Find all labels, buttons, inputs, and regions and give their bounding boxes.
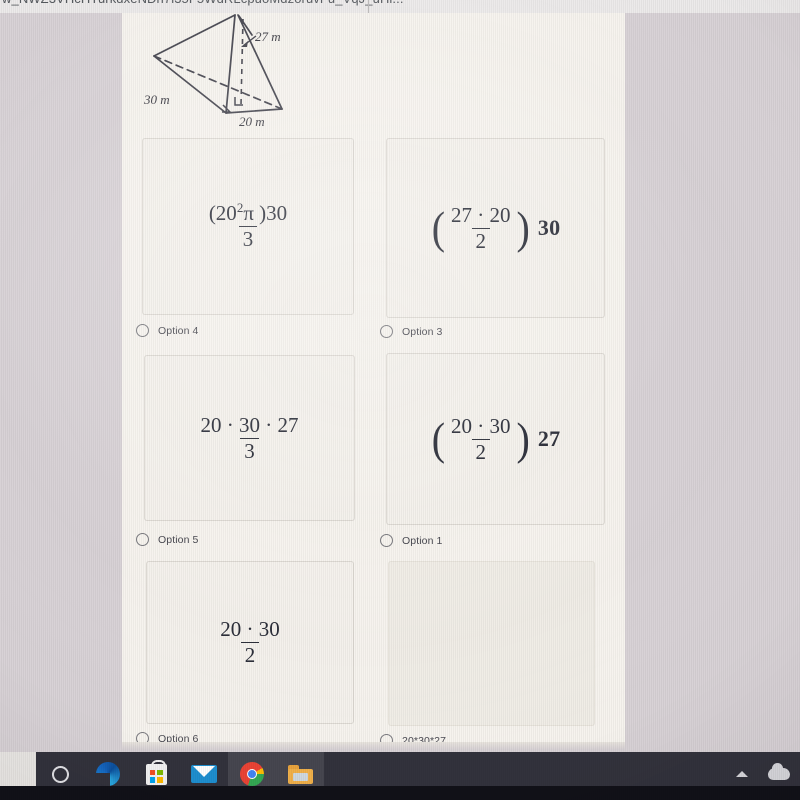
page-bottom-edge — [122, 742, 625, 750]
radio-button-option-4[interactable] — [136, 324, 149, 337]
radio-row-option-1[interactable]: Option 1 — [380, 534, 443, 547]
chrome-icon — [240, 762, 264, 786]
figure-label-side-left: 30 m — [144, 92, 170, 107]
option-3-expression: ( 27 · 20 2 ) 30 — [431, 201, 561, 254]
file-explorer-icon — [287, 764, 313, 784]
microsoft-store-icon — [145, 759, 167, 785]
option-5-expression: 20 · 30 · 27 3 — [200, 412, 299, 463]
mail-icon — [191, 765, 217, 783]
show-hidden-icons-chevron-icon[interactable] — [736, 771, 748, 777]
radio-label-option-4: Option 4 — [158, 324, 199, 337]
option-card-option-5[interactable]: 20 · 30 · 27 3 — [144, 355, 355, 521]
screen-bottom-bezel — [0, 786, 800, 800]
pyramid-figure: 27 m 30 m 20 m — [140, 13, 320, 135]
option-card-option-1[interactable]: ( 20 · 30 2 ) 27 — [386, 353, 605, 525]
cortana-icon — [51, 765, 69, 783]
option-card-option-3[interactable]: ( 27 · 20 2 ) 30 — [386, 138, 605, 318]
address-bar-divider — [368, 0, 369, 13]
radio-row-option-4[interactable]: Option 4 — [136, 324, 199, 337]
radio-row-option-3[interactable]: Option 3 — [380, 325, 443, 338]
option-card-option-4[interactable]: (202π )30 3 — [142, 138, 354, 315]
quiz-page: 27 m 30 m 20 m (202π )30 3 Option 4 ( 27… — [122, 13, 625, 750]
browser-address-bar[interactable]: w_NWZ3VHcHTurkdxeNDh7i35F5WdRLcpuoMdzoru… — [0, 0, 800, 13]
figure-label-slant-height: 27 m — [255, 29, 281, 44]
option-1-expression: ( 20 · 30 2 ) 27 — [431, 412, 561, 465]
option-6-expression: 20 · 30 2 — [220, 617, 280, 667]
radio-button-option-3[interactable] — [380, 325, 393, 338]
radio-button-option-5[interactable] — [136, 533, 149, 546]
figure-label-base-edge: 20 m — [239, 114, 265, 129]
option-4-expression: (202π )30 3 — [208, 200, 288, 251]
radio-row-option-5[interactable]: Option 5 — [136, 533, 199, 546]
photographed-screen: w_NWZ3VHcHTurkdxeNDh7i35F5WdRLcpuoMdzoru… — [0, 0, 800, 800]
edge-icon — [95, 762, 120, 787]
option-card-20x30x27[interactable] — [388, 561, 595, 726]
radio-label-option-1: Option 1 — [402, 534, 443, 547]
option-card-option-6[interactable]: 20 · 30 2 — [146, 561, 354, 724]
radio-label-option-5: Option 5 — [158, 533, 199, 546]
radio-button-option-1[interactable] — [380, 534, 393, 547]
address-bar-url: w_NWZ3VHcHTurkdxeNDh7i35F5WdRLcpuoMdzoru… — [2, 0, 404, 6]
radio-label-option-3: Option 3 — [402, 325, 443, 338]
onedrive-cloud-icon[interactable] — [768, 763, 790, 780]
